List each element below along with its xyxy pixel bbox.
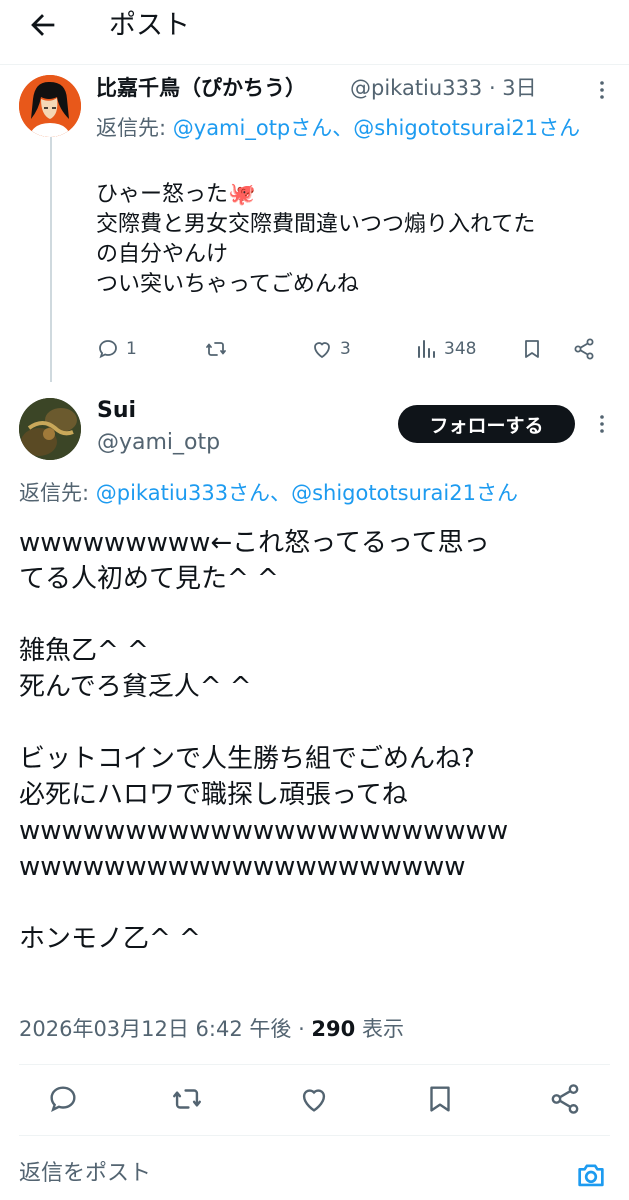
divider xyxy=(19,1064,610,1065)
repost-icon xyxy=(206,342,226,356)
reply-icon xyxy=(99,340,117,359)
tweet-text: ひゃー怒った🐙 交際費と男女交際費間違いつつ煽り入れてた の自分やんけ つい突い… xyxy=(96,180,616,300)
text-line: 必死にハロワで職探し頑張ってね xyxy=(19,780,408,810)
mention-link[interactable]: @shigototsurai21さん xyxy=(353,116,580,140)
share-icon[interactable] xyxy=(548,1082,582,1116)
timestamp[interactable]: 2026年03月12日 6:42 午後 · xyxy=(19,1017,311,1041)
text-line xyxy=(19,705,619,741)
analytics-icon xyxy=(418,340,435,358)
reply-to-prefix: 返信先: xyxy=(96,116,173,140)
thread-connector-line xyxy=(50,128,52,382)
camera-icon[interactable] xyxy=(574,1158,608,1192)
tweet-meta: 2026年03月12日 6:42 午後 · 290 表示 xyxy=(19,1014,404,1044)
text-line: 死んでろ貧乏人^ ^ xyxy=(19,672,252,702)
heart-icon[interactable] xyxy=(297,1082,331,1116)
more-options-icon[interactable] xyxy=(590,78,614,102)
header-divider xyxy=(0,64,629,65)
heart-icon xyxy=(314,342,330,359)
text-line: ひゃー怒った🐙 xyxy=(96,182,256,207)
author-handle[interactable]: @yami_otp xyxy=(97,429,220,457)
views-label: 表示 xyxy=(355,1017,404,1041)
bookmark-button[interactable] xyxy=(520,334,544,364)
avatar[interactable] xyxy=(19,398,81,460)
tweet-text: wwwwwwwww←これ怒ってるって思っ てる人初めて見た^ ^ 雑魚乙^ ^ … xyxy=(19,525,619,957)
reply-to-line: 返信先: @yami_otpさん、@shigototsurai21さん xyxy=(96,113,616,144)
repost-button[interactable] xyxy=(204,334,228,364)
mention-link[interactable]: @pikatiu333さん、 xyxy=(96,481,291,505)
views-count: 290 xyxy=(311,1017,356,1041)
action-bar xyxy=(0,1082,629,1118)
text-line: 交際費と男女交際費間違いつつ煽り入れてた xyxy=(96,212,536,237)
author-name[interactable]: Sui xyxy=(97,397,136,425)
reply-button[interactable]: 1 xyxy=(96,334,137,364)
reply-input[interactable]: 返信をポスト xyxy=(19,1159,151,1189)
text-line: 雑魚乙^ ^ xyxy=(19,636,149,666)
text-line xyxy=(19,597,619,633)
view-count: 348 xyxy=(444,339,477,359)
reply-composer[interactable]: 返信をポスト xyxy=(0,1145,629,1200)
text-line: の自分やんけ xyxy=(96,242,229,267)
action-bar: 1 3 348 xyxy=(96,334,616,364)
mention-link[interactable]: @shigototsurai21さん xyxy=(291,481,518,505)
divider xyxy=(19,1135,610,1136)
repost-icon[interactable] xyxy=(170,1082,204,1116)
views-button[interactable]: 348 xyxy=(414,334,476,364)
text-line: wwwwwwwwwwwwwwwwwwwww xyxy=(19,852,466,882)
follow-button[interactable]: フォローする xyxy=(398,405,575,443)
top-bar: ポスト xyxy=(0,0,629,60)
author-name[interactable]: 比嘉千鳥（ぴかちう） xyxy=(96,74,306,102)
reply-to-line: 返信先: @pikatiu333さん、@shigototsurai21さん xyxy=(19,478,518,508)
mention-link[interactable]: @yami_otpさん、 xyxy=(173,116,354,140)
text-line: ビットコインで人生勝ち組でごめんね? xyxy=(19,744,475,774)
more-options-icon[interactable] xyxy=(590,412,614,436)
author-handle[interactable]: @pikatiu333 · 3日 xyxy=(350,74,537,102)
text-line: wwwwwwwwwwwwwwwwwwwwwww xyxy=(19,816,509,846)
page-title: ポスト xyxy=(109,10,190,41)
reply-count: 1 xyxy=(126,339,137,359)
reply-icon[interactable] xyxy=(46,1082,80,1116)
text-line: てる人初めて見た^ ^ xyxy=(19,564,279,594)
share-icon xyxy=(574,338,594,360)
avatar[interactable] xyxy=(19,75,81,137)
text-line xyxy=(19,885,619,921)
like-count: 3 xyxy=(340,339,351,359)
text-line: wwwwwwwww←これ怒ってるって思っ xyxy=(19,528,490,558)
bookmark-icon[interactable] xyxy=(423,1082,457,1116)
text-line: つい突いちゃってごめんね xyxy=(96,272,359,297)
like-button[interactable]: 3 xyxy=(310,334,351,364)
back-arrow-icon[interactable] xyxy=(26,8,60,42)
bookmark-icon xyxy=(525,340,539,358)
reply-to-prefix: 返信先: xyxy=(19,481,96,505)
share-button[interactable] xyxy=(572,334,596,364)
text-line: ホンモノ乙^ ^ xyxy=(19,924,201,954)
